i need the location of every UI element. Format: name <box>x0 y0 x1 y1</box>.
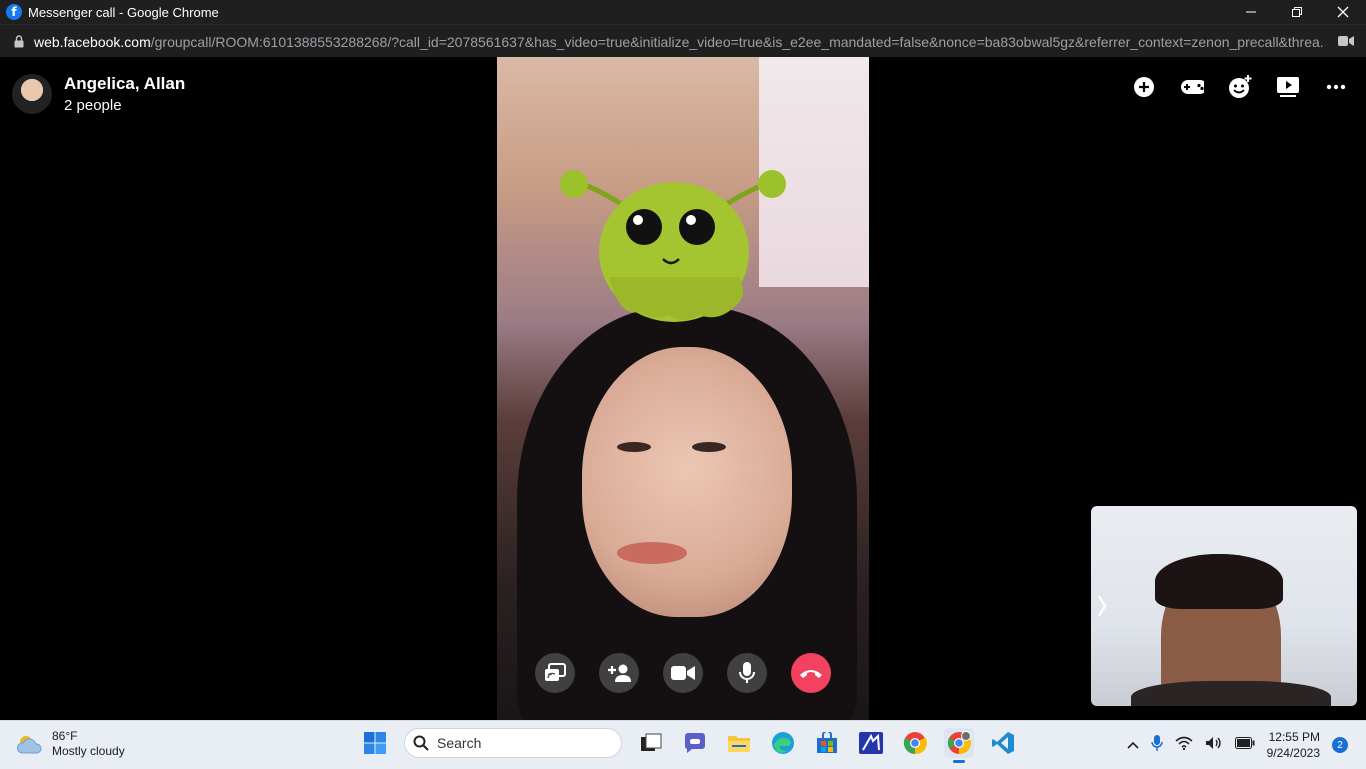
microphone-icon[interactable] <box>727 653 767 693</box>
game-controller-icon[interactable] <box>1180 75 1204 99</box>
taskbar: 86°F Mostly cloudy Search 12:55 PM 9/24/… <box>0 720 1366 769</box>
facebook-icon: f <box>6 4 22 20</box>
search-icon <box>413 735 429 751</box>
file-explorer-icon[interactable] <box>724 728 754 758</box>
search-input[interactable]: Search <box>404 728 622 758</box>
minimize-button[interactable] <box>1228 0 1274 24</box>
chrome-profile-icon[interactable] <box>944 728 974 763</box>
windows-start-icon[interactable] <box>360 728 390 758</box>
wifi-icon[interactable] <box>1175 736 1193 755</box>
task-view-icon[interactable] <box>636 728 666 758</box>
end-call-icon[interactable] <box>791 653 831 693</box>
screen-share-icon[interactable] <box>535 653 575 693</box>
call-controls <box>535 653 831 693</box>
add-person-icon[interactable] <box>599 653 639 693</box>
time-text: 12:55 PM <box>1268 730 1320 744</box>
url-text[interactable]: web.facebook.com/groupcall/ROOM:61013885… <box>34 34 1324 50</box>
restore-button[interactable] <box>1274 0 1320 24</box>
call-participants-name: Angelica, Allan <box>64 74 186 93</box>
video-camera-icon[interactable] <box>663 653 703 693</box>
microphone-tray-icon[interactable] <box>1150 734 1163 757</box>
taskbar-apps: Search <box>360 728 1018 763</box>
app-icon[interactable] <box>856 728 886 758</box>
edge-icon[interactable] <box>768 728 798 758</box>
chrome-icon[interactable] <box>900 728 930 758</box>
alien-effect-icon <box>560 170 786 322</box>
weather-desc: Mostly cloudy <box>52 744 125 758</box>
watch-together-icon[interactable] <box>1276 75 1300 99</box>
browser-title-bar: f Messenger call - Google Chrome <box>0 0 1366 24</box>
weather-widget[interactable]: 86°F Mostly cloudy <box>16 729 125 759</box>
avatar[interactable] <box>12 74 52 114</box>
chevron-up-icon[interactable] <box>1127 736 1139 754</box>
close-button[interactable] <box>1320 0 1366 24</box>
call-top-actions <box>1132 75 1348 99</box>
microsoft-store-icon[interactable] <box>812 728 842 758</box>
remote-video[interactable] <box>497 57 869 720</box>
add-icon[interactable] <box>1132 75 1156 99</box>
self-video[interactable] <box>1091 506 1357 706</box>
clock[interactable]: 12:55 PM 9/24/2023 <box>1267 729 1320 761</box>
more-icon[interactable] <box>1324 75 1348 99</box>
battery-icon[interactable] <box>1234 736 1255 754</box>
volume-icon[interactable] <box>1205 736 1223 755</box>
system-tray: 12:55 PM 9/24/2023 2 <box>1127 729 1348 761</box>
chevron-right-icon[interactable] <box>1097 594 1107 624</box>
weather-temp: 86°F <box>52 729 78 743</box>
vscode-icon[interactable] <box>988 728 1018 758</box>
effects-icon[interactable] <box>1228 75 1252 99</box>
notification-badge[interactable]: 2 <box>1332 737 1348 753</box>
cloudy-icon <box>16 736 42 754</box>
window-title: Messenger call - Google Chrome <box>28 4 219 20</box>
teams-chat-icon[interactable] <box>680 728 710 758</box>
call-view: Angelica, Allan 2 people <box>0 57 1366 720</box>
participant-count: 2 people <box>64 97 122 114</box>
date-text: 9/24/2023 <box>1266 746 1320 760</box>
lock-icon[interactable] <box>12 35 26 49</box>
camera-in-use-icon[interactable] <box>1338 34 1354 52</box>
address-bar[interactable]: web.facebook.com/groupcall/ROOM:61013885… <box>0 24 1366 58</box>
